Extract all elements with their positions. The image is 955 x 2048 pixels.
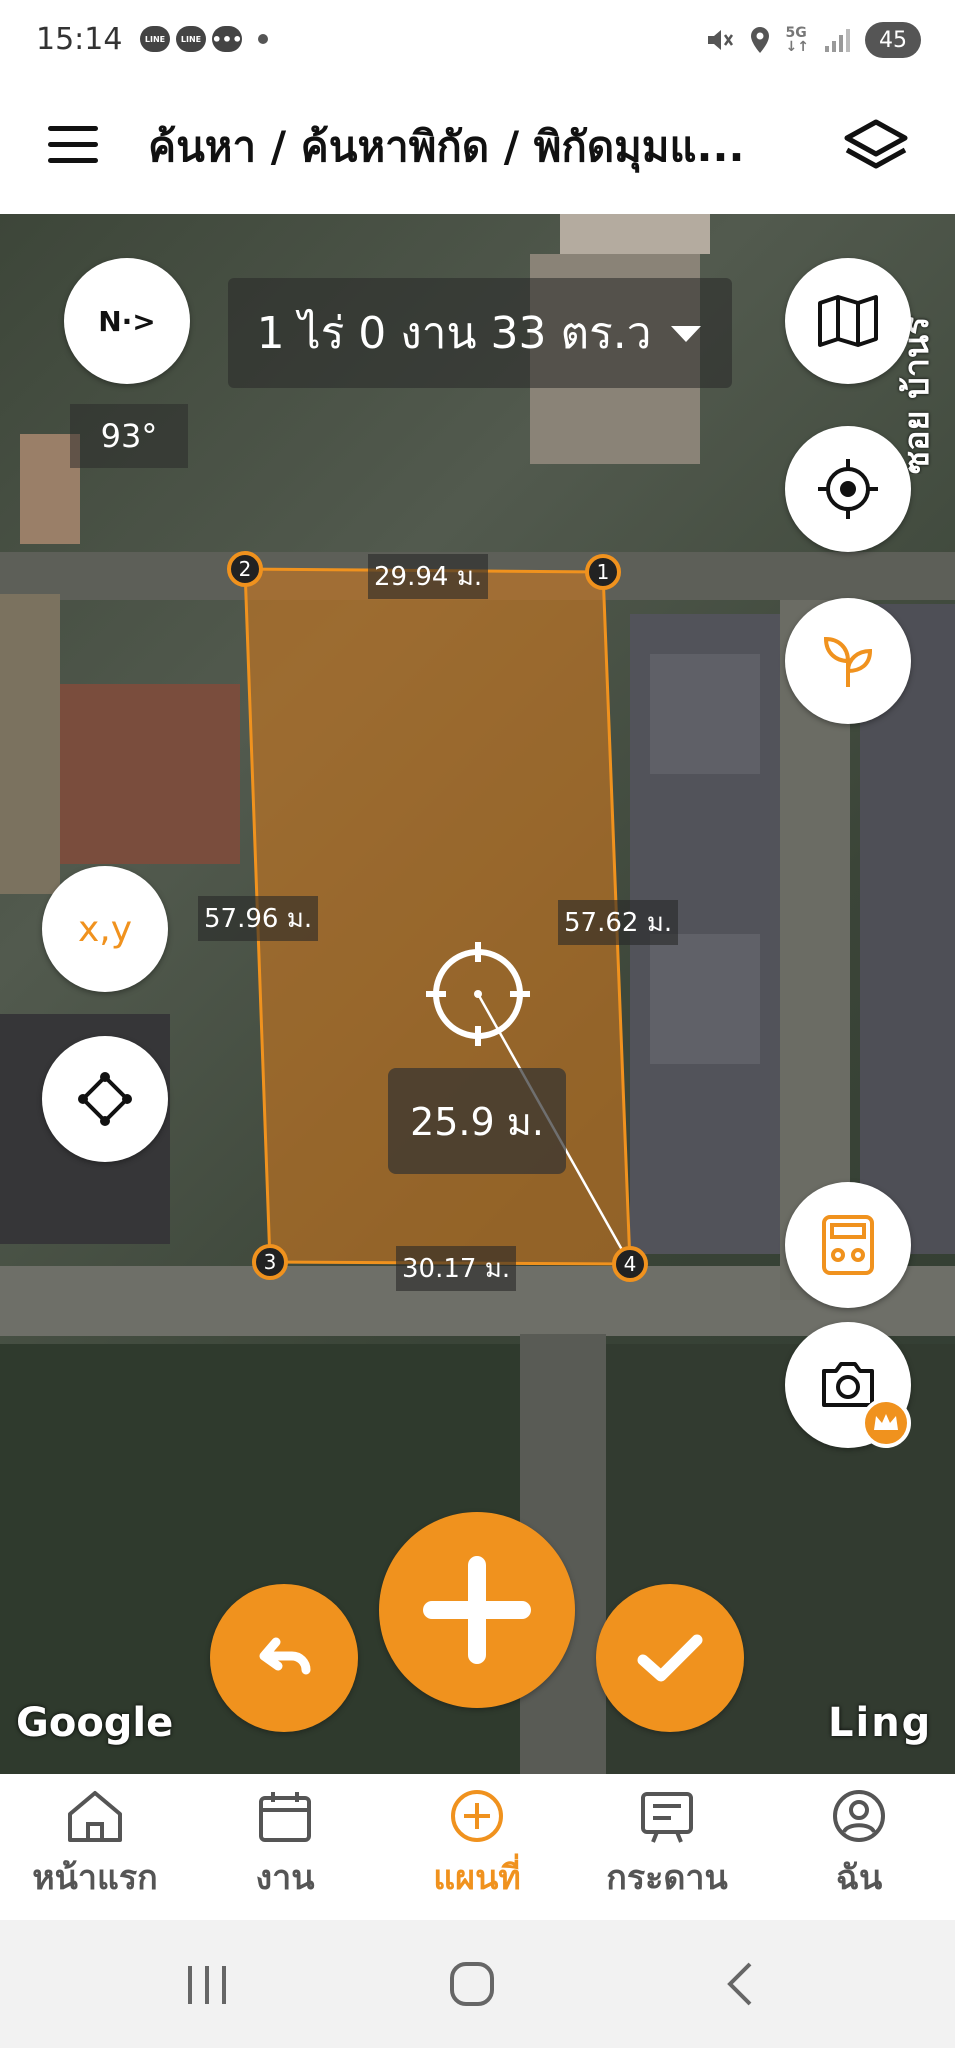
- nav-label: กระดาน: [606, 1858, 728, 1898]
- map-type-button[interactable]: [785, 258, 911, 384]
- chat-notification-icon: •••: [212, 26, 242, 52]
- calculator-button[interactable]: [785, 1182, 911, 1308]
- xy-label: x,y: [77, 908, 133, 950]
- compass-button[interactable]: N·>: [64, 258, 190, 384]
- line-notification-icon: LINE: [176, 26, 206, 52]
- status-time: 15:14: [36, 22, 123, 57]
- app-bar: ค้นหา / ค้นหาพิกัด / พิกัดมุมแ...: [0, 84, 955, 214]
- plant-button[interactable]: [785, 598, 911, 724]
- battery-icon: 45: [865, 22, 921, 58]
- nav-home[interactable]: หน้าแรก: [0, 1788, 190, 1904]
- measure-distance-label: 25.9 ม.: [388, 1068, 566, 1174]
- area-text: 1 ไร่ 0 งาน 33 ตร.ว: [256, 308, 652, 359]
- undo-button[interactable]: [210, 1584, 358, 1732]
- plus-icon: [423, 1556, 531, 1664]
- map-view[interactable]: 1 2 3 4 29.94 ม. 57.96 ม. 57.62 ม. 30.17…: [0, 214, 955, 1774]
- edge-length-label: 57.96 ม.: [198, 896, 319, 941]
- google-watermark: Google: [16, 1700, 174, 1746]
- nav-label: แผนที่: [433, 1858, 521, 1898]
- more-notifications-dot: [258, 34, 268, 44]
- recents-icon[interactable]: [184, 1964, 230, 2006]
- compass-label: N·>: [98, 304, 156, 338]
- my-location-button[interactable]: [785, 426, 911, 552]
- area-summary[interactable]: 1 ไร่ 0 งาน 33 ตร.ว: [228, 278, 732, 388]
- premium-crown-icon: [861, 1398, 911, 1448]
- add-point-button[interactable]: [379, 1512, 575, 1708]
- board-icon: [641, 1792, 693, 1843]
- corner-marker[interactable]: 4: [612, 1246, 648, 1282]
- sprout-icon: [823, 636, 873, 687]
- user-icon: [833, 1790, 885, 1842]
- nav-label: หน้าแรก: [32, 1858, 158, 1898]
- confirm-button[interactable]: [596, 1584, 744, 1732]
- nav-board[interactable]: กระดาน: [572, 1788, 762, 1904]
- mute-icon: [707, 30, 733, 50]
- line-notification-icon: LINE: [140, 26, 170, 52]
- network-type-icon: 5G ↓↑: [785, 25, 809, 55]
- target-icon: [818, 459, 878, 519]
- corner-marker[interactable]: 3: [252, 1244, 288, 1280]
- calculator-icon: [822, 1215, 874, 1275]
- camera-button[interactable]: [785, 1322, 911, 1448]
- undo-icon: [259, 1637, 311, 1675]
- breadcrumb: ค้นหา / ค้นหาพิกัด / พิกัดมุมแ...: [148, 122, 745, 171]
- home-icon: [68, 1791, 122, 1842]
- signal-icon: [825, 29, 850, 52]
- system-navigation-bar: [0, 1920, 955, 2048]
- xy-coordinate-button[interactable]: x,y: [42, 866, 168, 992]
- plus-circle-icon: [451, 1790, 503, 1842]
- nav-map[interactable]: แผนที่: [382, 1788, 572, 1904]
- polygon-icon: [78, 1072, 132, 1126]
- back-icon[interactable]: [722, 1960, 756, 2008]
- home-button-icon[interactable]: [448, 1960, 496, 2008]
- edge-length-label: 29.94 ม.: [368, 554, 489, 599]
- app-watermark: Ling: [828, 1700, 933, 1746]
- layers-icon[interactable]: [841, 116, 911, 176]
- nav-me[interactable]: ฉัน: [764, 1788, 954, 1904]
- hamburger-icon[interactable]: [48, 126, 98, 166]
- status-right: 5G ↓↑ 45: [704, 22, 921, 58]
- nav-jobs[interactable]: งาน: [190, 1788, 380, 1904]
- calendar-icon: [259, 1792, 311, 1842]
- status-bar: 15:14 LINE LINE ••• 5G ↓↑ 45: [0, 0, 955, 84]
- check-icon: [637, 1634, 703, 1682]
- polygon-tool-button[interactable]: [42, 1036, 168, 1162]
- nav-label: งาน: [255, 1858, 315, 1898]
- bottom-navigation: หน้าแรก งาน แผนที่ กระดาน ฉัน: [0, 1774, 955, 1920]
- edge-length-label: 30.17 ม.: [396, 1246, 517, 1291]
- location-icon: [750, 27, 769, 53]
- caret-down-icon: [671, 326, 702, 342]
- nav-label: ฉัน: [835, 1858, 883, 1898]
- edge-length-label: 57.62 ม.: [558, 900, 679, 945]
- corner-marker[interactable]: 1: [585, 554, 621, 590]
- notification-icons: LINE LINE •••: [140, 26, 268, 52]
- heading-degree: 93°: [70, 404, 188, 468]
- corner-marker[interactable]: 2: [227, 551, 263, 587]
- map-icon: [818, 295, 878, 347]
